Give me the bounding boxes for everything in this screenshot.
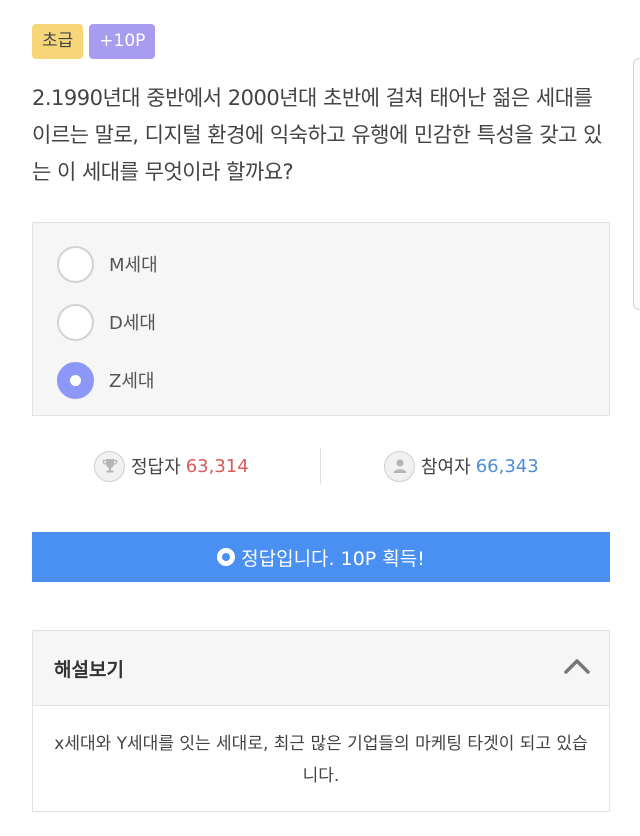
option-label: Z세대 <box>109 371 155 392</box>
radio-dot-icon <box>70 374 81 386</box>
option-label: M세대 <box>109 255 158 276</box>
correct-label: 정답자 <box>131 457 181 478</box>
answer-stats: 정답자 63,314 참여자 66,343 <box>32 448 610 484</box>
scrollbar[interactable] <box>633 58 640 310</box>
stats-divider <box>320 448 321 484</box>
trophy-icon <box>94 450 125 482</box>
option-z-generation[interactable]: Z세대 <box>57 360 154 400</box>
user-icon <box>384 450 415 482</box>
points-badge: +10P <box>89 24 156 59</box>
radio-button[interactable] <box>57 245 94 283</box>
correct-count: 정답자 63,314 <box>94 448 249 484</box>
participants-label: 참여자 <box>421 457 471 478</box>
badge-row: 초급 +10P <box>32 24 156 59</box>
chevron-up-icon[interactable] <box>563 657 591 679</box>
result-banner: 정답입니다. 10P 획득! <box>32 532 610 582</box>
explanation-body: x세대와 Y세대를 잇는 세대로, 최근 많은 기업들의 마케팅 타겟이 되고 … <box>54 734 588 786</box>
option-label: D세대 <box>109 313 156 334</box>
explanation-panel: 해설보기 x세대와 Y세대를 잇는 세대로, 최근 많은 기업들의 마케팅 타겟… <box>32 630 610 812</box>
answer-options: M세대 D세대 Z세대 <box>32 222 610 416</box>
circle-check-icon <box>217 548 236 566</box>
participant-count: 참여자 66,343 <box>384 448 539 484</box>
radio-button-selected[interactable] <box>57 361 94 399</box>
explanation-title: 해설보기 <box>54 658 124 681</box>
correct-value: 63,314 <box>185 455 249 477</box>
participants-value: 66,343 <box>475 455 539 477</box>
question-text: 2.1990년대 중반에서 2000년대 초반에 걸쳐 태어난 젊은 세대를 이… <box>32 86 602 184</box>
level-badge: 초급 <box>32 24 84 59</box>
radio-button[interactable] <box>57 303 94 341</box>
option-d-generation[interactable]: D세대 <box>57 302 156 342</box>
explanation-toggle[interactable]: 해설보기 <box>33 631 609 706</box>
result-text: 정답입니다. 10P 획득! <box>241 547 425 570</box>
option-m-generation[interactable]: M세대 <box>57 244 158 284</box>
